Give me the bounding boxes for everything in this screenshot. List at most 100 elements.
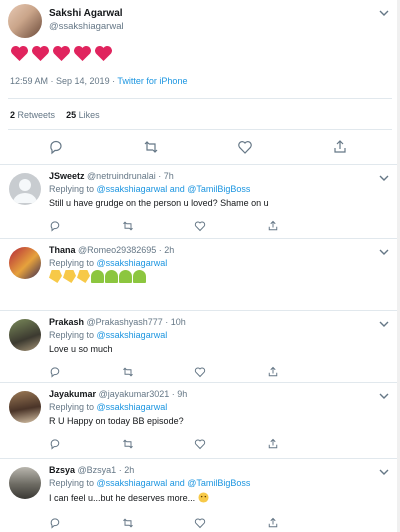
likes-label: Likes bbox=[78, 110, 100, 120]
replying-to: Replying to @ssakshiagarwal bbox=[49, 402, 167, 412]
reply-avatar[interactable] bbox=[9, 247, 41, 279]
reply-mentions[interactable]: @ssakshiagarwal bbox=[97, 402, 168, 412]
reply-author-name[interactable]: JSweetz bbox=[49, 171, 85, 181]
reply-time[interactable]: · 9h bbox=[172, 389, 188, 399]
replying-to: Replying to @ssakshiagarwal and @TamilBi… bbox=[49, 184, 250, 194]
red-heart-icon bbox=[53, 45, 70, 62]
leaf-icon bbox=[119, 270, 132, 283]
reply-mentions[interactable]: @ssakshiagarwal and @TamilBigBoss bbox=[97, 184, 251, 194]
red-heart-icon bbox=[11, 45, 28, 62]
reply-mentions[interactable]: @ssakshiagarwal and @TamilBigBoss bbox=[97, 478, 251, 488]
red-heart-icon bbox=[32, 45, 49, 62]
replying-to: Replying to @ssakshiagarwal bbox=[49, 330, 167, 340]
retweets-count: 2 bbox=[10, 110, 16, 120]
retweet-icon[interactable] bbox=[122, 438, 134, 450]
reply-icon[interactable] bbox=[49, 366, 61, 378]
reply-icon[interactable] bbox=[48, 139, 64, 155]
reply-text-content: I can feel u...but he deserves more... bbox=[49, 493, 196, 503]
retweet-icon[interactable] bbox=[122, 366, 134, 378]
author-handle[interactable]: @ssakshiagarwal bbox=[49, 21, 124, 32]
red-heart-icon bbox=[74, 45, 91, 62]
like-icon[interactable] bbox=[194, 366, 206, 378]
share-icon[interactable] bbox=[267, 517, 279, 529]
replying-to: Replying to @ssakshiagarwal and @TamilBi… bbox=[49, 478, 250, 488]
reply-author-name[interactable]: Bzsya bbox=[49, 465, 75, 475]
reply-header: Bzsya @Bzsya1 · 2h bbox=[49, 465, 134, 475]
leaf-icon bbox=[105, 270, 118, 283]
reply-tweet[interactable]: Thana @Romeo29382695 · 2h Replying to @s… bbox=[0, 238, 400, 310]
divider bbox=[8, 129, 392, 130]
reply-author-handle[interactable]: @Bzsya1 bbox=[78, 465, 117, 475]
red-heart-icon bbox=[95, 45, 112, 62]
reply-header: Prakash @Prakashyash777 · 10h bbox=[49, 317, 186, 327]
reply-action-bar bbox=[49, 366, 279, 378]
like-icon[interactable] bbox=[194, 517, 206, 529]
reply-action-bar bbox=[49, 517, 279, 529]
author-avatar[interactable] bbox=[8, 4, 42, 38]
like-icon[interactable] bbox=[194, 220, 206, 232]
replying-prefix: Replying to bbox=[49, 258, 97, 268]
leaf-icon bbox=[91, 270, 104, 283]
reply-tweet[interactable]: JSweetz @netruindrunalai · 7h Replying t… bbox=[0, 164, 400, 238]
reply-time[interactable]: · 7h bbox=[158, 171, 174, 181]
retweet-icon[interactable] bbox=[143, 139, 159, 155]
retweets-count-link[interactable]: 2 Retweets bbox=[10, 110, 55, 120]
share-icon[interactable] bbox=[267, 438, 279, 450]
reply-header: JSweetz @netruindrunalai · 7h bbox=[49, 171, 174, 181]
like-icon[interactable] bbox=[237, 139, 253, 155]
reply-mentions[interactable]: @ssakshiagarwal bbox=[97, 258, 168, 268]
reply-icon[interactable] bbox=[49, 438, 61, 450]
replying-prefix: Replying to bbox=[49, 478, 97, 488]
reply-mentions[interactable]: @ssakshiagarwal bbox=[97, 330, 168, 340]
tweet-meta: 12:59 AM · Sep 14, 2019 · Twitter for iP… bbox=[10, 76, 187, 86]
reply-tweet[interactable]: Jayakumar @jayakumar3021 · 9h Replying t… bbox=[0, 382, 400, 458]
reply-action-bar bbox=[49, 220, 279, 232]
replying-prefix: Replying to bbox=[49, 184, 97, 194]
leaf-icon bbox=[133, 270, 146, 283]
reply-header: Thana @Romeo29382695 · 2h bbox=[49, 245, 174, 255]
chevron-down-icon[interactable] bbox=[378, 391, 390, 401]
reply-author-handle[interactable]: @netruindrunalai bbox=[87, 171, 156, 181]
tweet-source-link[interactable]: Twitter for iPhone bbox=[117, 76, 187, 86]
reply-avatar[interactable] bbox=[9, 467, 41, 499]
reply-author-handle[interactable]: @jayakumar3021 bbox=[99, 389, 170, 399]
chevron-down-icon[interactable] bbox=[378, 319, 390, 329]
main-tweet: Sakshi Agarwal @ssakshiagarwal 12:59 AM … bbox=[0, 0, 400, 164]
chevron-down-icon[interactable] bbox=[378, 247, 390, 257]
tweet-thread-page: Sakshi Agarwal @ssakshiagarwal 12:59 AM … bbox=[0, 0, 400, 532]
reply-action-bar bbox=[49, 438, 279, 450]
reply-tweet[interactable]: Prakash @Prakashyash777 · 10h Replying t… bbox=[0, 310, 400, 382]
reply-avatar[interactable] bbox=[9, 173, 41, 205]
reply-author-name[interactable]: Jayakumar bbox=[49, 389, 96, 399]
thumbs-down-icon bbox=[49, 270, 62, 283]
reply-author-name[interactable]: Thana bbox=[49, 245, 76, 255]
reply-icon[interactable] bbox=[49, 220, 61, 232]
author-name[interactable]: Sakshi Agarwal bbox=[49, 8, 123, 19]
tweet-time[interactable]: 12:59 AM · Sep 14, 2019 · bbox=[10, 76, 117, 86]
like-icon[interactable] bbox=[194, 438, 206, 450]
share-icon[interactable] bbox=[267, 220, 279, 232]
replying-prefix: Replying to bbox=[49, 402, 97, 412]
chevron-down-icon[interactable] bbox=[378, 173, 390, 183]
reply-time[interactable]: · 2h bbox=[119, 465, 135, 475]
reply-avatar[interactable] bbox=[9, 319, 41, 351]
likes-count: 25 bbox=[66, 110, 77, 120]
share-icon[interactable] bbox=[332, 139, 348, 155]
thumbs-down-icon bbox=[63, 270, 76, 283]
retweet-icon[interactable] bbox=[122, 517, 134, 529]
chevron-down-icon[interactable] bbox=[378, 467, 390, 477]
chevron-down-icon[interactable] bbox=[378, 8, 390, 18]
reply-time[interactable]: · 10h bbox=[165, 317, 186, 327]
reply-time[interactable]: · 2h bbox=[159, 245, 175, 255]
reply-icon[interactable] bbox=[49, 517, 61, 529]
likes-count-link[interactable]: 25 Likes bbox=[66, 110, 100, 120]
share-icon[interactable] bbox=[267, 366, 279, 378]
reply-author-handle[interactable]: @Prakashyash777 bbox=[87, 317, 163, 327]
retweet-icon[interactable] bbox=[122, 220, 134, 232]
reply-author-name[interactable]: Prakash bbox=[49, 317, 84, 327]
replying-to: Replying to @ssakshiagarwal bbox=[49, 258, 167, 268]
reply-avatar[interactable] bbox=[9, 391, 41, 423]
reply-emoji-text bbox=[49, 270, 146, 283]
reply-author-handle[interactable]: @Romeo29382695 bbox=[78, 245, 156, 255]
reply-tweet[interactable]: Bzsya @Bzsya1 · 2h Replying to @ssakshia… bbox=[0, 458, 400, 532]
